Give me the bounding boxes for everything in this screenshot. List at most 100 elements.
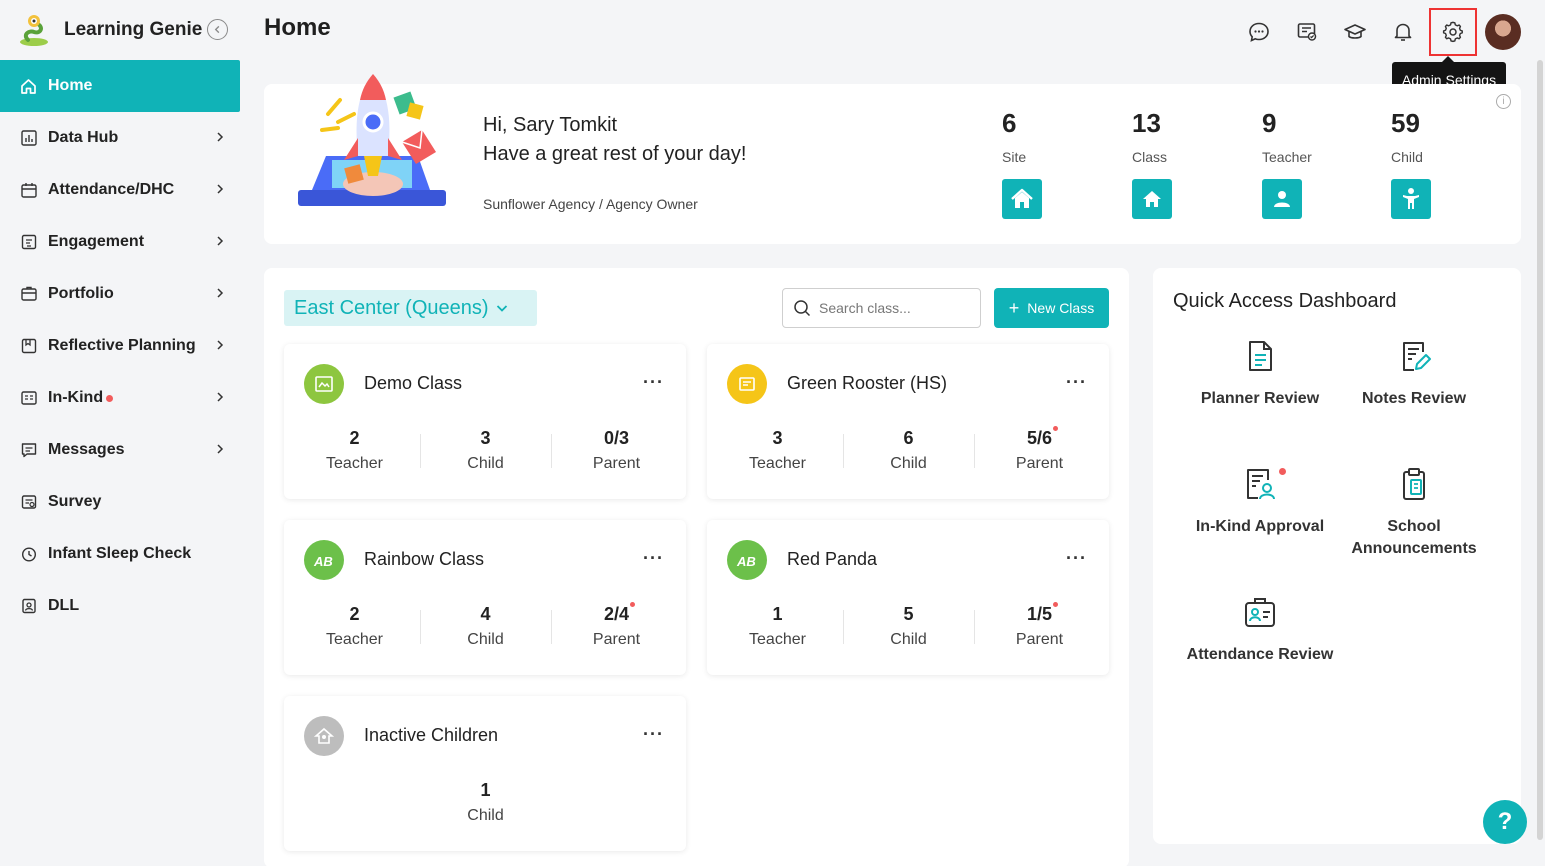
planning-icon [20,338,37,355]
notifications-button[interactable] [1383,12,1423,52]
metric-label: Teacher [749,631,806,648]
calendar-icon [20,182,37,199]
metric-teacher: 1 Teacher [712,604,843,649]
notification-dot [106,394,114,402]
chevron-right-icon [217,340,224,350]
survey-icon [20,494,37,511]
sidebar-item-label: Messages [48,441,125,458]
stat-value: 13 [1132,108,1161,138]
more-options-icon[interactable]: ··· [643,548,664,569]
teacher-icon[interactable] [1262,179,1302,219]
more-options-icon[interactable]: ··· [1066,372,1087,393]
class-card-inactive-children[interactable]: Inactive Children ··· 1 Child [284,696,686,851]
sidebar-item-messages[interactable]: Messages [0,424,240,476]
metric-child: 4 Child [420,604,551,649]
sidebar-item-survey[interactable]: Survey [0,476,240,528]
sidebar-nav: Home Data Hub Attendance/DHC Engagement … [0,60,240,632]
learning-button[interactable] [1335,12,1375,52]
sidebar-item-home[interactable]: Home [0,60,240,112]
metric-teacher: 2 Teacher [289,428,420,473]
metric-label: Parent [592,455,641,472]
class-name: Inactive Children [364,725,499,745]
metric-value-wrap: 2/4 [604,602,636,625]
sidebar-item-data-hub[interactable]: Data Hub [0,112,240,164]
chevron-right-icon [217,288,224,298]
chevron-right-icon [217,444,224,454]
metric-value: 2 [349,604,360,624]
metric-parent: 5/6 Parent [974,426,1105,473]
sidebar-item-attendance[interactable]: Attendance/DHC [0,164,240,216]
class-card-green-rooster[interactable]: Green Rooster (HS) ··· 3 Teacher 6 Child 5… [707,344,1109,499]
plus-icon: + [1008,297,1020,318]
child-icon[interactable] [1391,179,1431,219]
metric-value: 5 [903,604,914,624]
metric-child: 5 Child [843,604,974,649]
metric-label: Child [890,455,927,472]
more-options-icon[interactable]: ··· [643,724,664,745]
metric-teacher: 2 Teacher [289,604,420,649]
metric-label: Teacher [326,455,383,472]
quick-access-attendance-review[interactable]: Attendance Review [1185,594,1335,666]
class-name: Red Panda [787,549,878,569]
chevron-right-icon [217,184,224,194]
notification-dot [1279,468,1286,475]
quick-access-label: Planner Review [1200,390,1320,407]
class-avatar-icon: AB [304,540,344,580]
messages-icon [20,442,37,459]
scrollbar[interactable] [1537,60,1543,840]
sidebar-item-reflective-planning[interactable]: Reflective Planning [0,320,240,372]
metric-label: Child [890,631,927,648]
stat-label: Site [1002,149,1027,165]
metric-parent: 1/5 Parent [974,602,1105,649]
sidebar-item-infant-sleep-check[interactable]: Infant Sleep Check [0,528,240,580]
sidebar-item-engagement[interactable]: Engagement [0,216,240,268]
search-class-input[interactable] [819,300,969,316]
info-icon[interactable]: i [1496,94,1511,109]
quick-access-notes-review[interactable]: Notes Review [1339,338,1489,410]
class-icon[interactable] [1132,179,1172,219]
more-options-icon[interactable]: ··· [1066,548,1087,569]
learning-genie-logo-icon [20,15,48,46]
metric-parent: 2/4 Parent [551,602,682,649]
quick-access-in-kind-approval[interactable]: In-Kind Approval [1185,466,1335,538]
sidebar-item-label: Data Hub [48,129,119,146]
sidebar-item-label: Home [48,77,93,94]
collapse-sidebar-button[interactable] [207,19,228,40]
class-avatar-icon [304,364,344,404]
greeting-text: Hi, Sary Tomkit [483,114,618,136]
center-select[interactable]: East Center (Queens) [284,290,537,326]
svg-text:AB: AB [313,554,333,569]
sidebar-item-in-kind[interactable]: In-Kind [0,372,240,424]
class-card-demo-class[interactable]: Demo Class ··· 2 Teacher 3 Child 0/3 Parent [284,344,686,499]
rocket-illustration [298,74,446,206]
stat-teacher: 9 Teacher [1262,108,1342,219]
quick-access-planner-review[interactable]: Planner Review [1185,338,1335,410]
quick-access-school-announcements[interactable]: School Announcements [1339,466,1489,560]
chat-button[interactable] [1239,12,1279,52]
stat-site: 6 Site [1002,108,1082,219]
notes-icon [1297,23,1317,41]
quick-access-label: School Announcements [1351,518,1477,557]
notification-dot [1053,602,1059,607]
brand[interactable]: Learning Genie [16,10,202,50]
quick-access-label: In-Kind Approval [1195,518,1325,535]
metric-value: 3 [772,428,783,448]
site-icon[interactable] [1002,179,1042,219]
help-button[interactable]: ? [1483,800,1527,844]
metric-label: Parent [1015,455,1064,472]
class-card-red-panda[interactable]: AB Red Panda ··· 1 Teacher 5 Child 1/5 Pare… [707,520,1109,675]
class-card-rainbow-class[interactable]: AB Rainbow Class ··· 2 Teacher 4 Child 2/4… [284,520,686,675]
sidebar: Learning Genie Home Data Hub Attendance/… [0,0,252,866]
new-class-button[interactable]: + New Class [994,288,1109,328]
metric-value-wrap: 5/6 [1027,426,1059,449]
metric-child: 6 Child [843,428,974,473]
user-avatar[interactable] [1485,14,1521,50]
sidebar-item-dll[interactable]: DLL [0,580,240,632]
search-class-field[interactable] [782,288,981,328]
notes-button[interactable] [1287,12,1327,52]
stat-label: Teacher [1262,149,1312,165]
more-options-icon[interactable]: ··· [643,372,664,393]
admin-settings-button[interactable] [1429,8,1477,56]
page-title: Home [264,14,331,41]
sidebar-item-portfolio[interactable]: Portfolio [0,268,240,320]
